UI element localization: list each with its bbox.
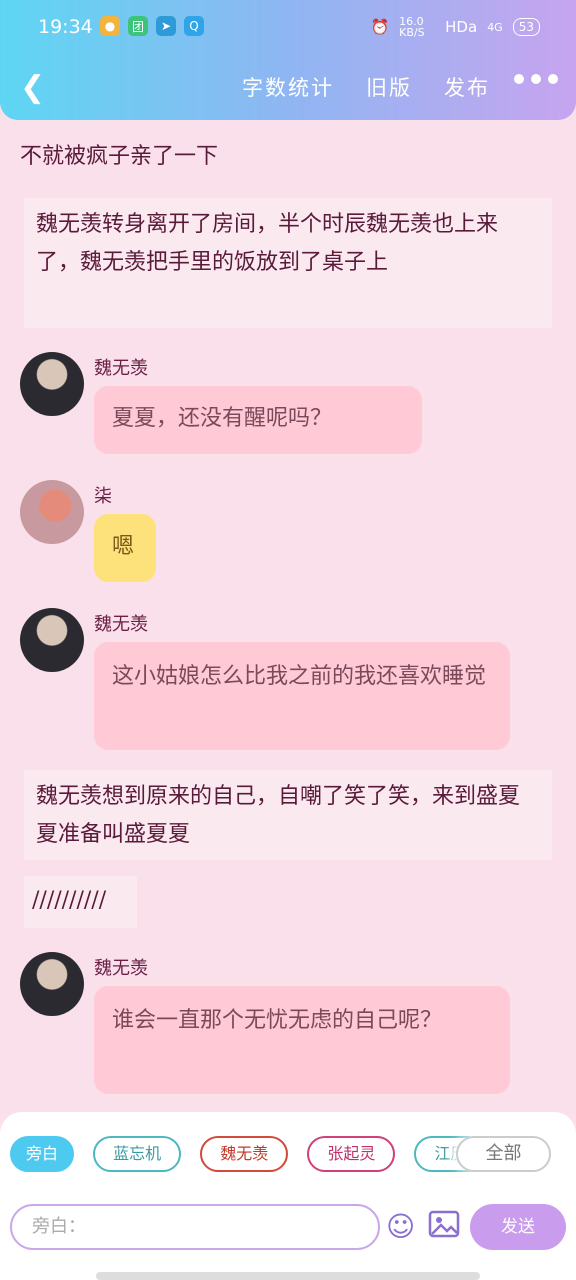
more-dots-icon[interactable]: [514, 74, 558, 84]
message-bubble[interactable]: 夏夏，还没有醒呢吗？: [94, 386, 422, 454]
avatar[interactable]: [20, 352, 84, 416]
composer-panel: 旁白 蓝忘机 魏无羡 张起灵 江厌 全部 旁白： ☺ 发送: [0, 1112, 576, 1280]
publish-link[interactable]: 发布: [444, 72, 490, 102]
app-icon: 团: [128, 16, 148, 36]
narration-1: 不就被疯子亲了一下: [20, 144, 219, 169]
nav-bar: ❮ 字数统计 旧版 发布: [0, 60, 576, 110]
message-row: 柒 嗯: [20, 480, 556, 590]
net-speed: 16.0 KB/S: [399, 15, 425, 39]
send-button[interactable]: 发送: [470, 1204, 566, 1250]
signal-label: 4G: [487, 20, 503, 34]
sender-name: 魏无羡: [94, 614, 148, 635]
avatar[interactable]: [20, 952, 84, 1016]
word-count-link[interactable]: 字数统计: [242, 72, 334, 102]
role-chip[interactable]: 蓝忘机: [93, 1136, 182, 1172]
narration-4: //////////: [24, 876, 137, 928]
alarm-icon: ⏰: [370, 18, 390, 36]
weibo-icon: ●: [100, 16, 120, 36]
role-chips[interactable]: 旁白 蓝忘机 魏无羡 张起灵 江厌: [10, 1136, 470, 1176]
nav-links: 字数统计 旧版 发布: [242, 72, 490, 102]
chat-area[interactable]: 不就被疯子亲了一下 魏无羡转身离开了房间，半个时辰魏无羡也上来了，魏无羡把手里的…: [0, 120, 576, 1110]
emoji-icon[interactable]: ☺: [386, 1210, 415, 1243]
status-time: 19:34: [38, 16, 93, 38]
sender-name: 柒: [94, 486, 112, 507]
notification-icons: ● 团 ➤ Q: [100, 16, 204, 36]
location-icon: ➤: [156, 16, 176, 36]
all-roles-button[interactable]: 全部: [456, 1136, 551, 1172]
message-bubble[interactable]: 这小姑娘怎么比我之前的我还喜欢睡觉: [94, 642, 510, 750]
role-chip[interactable]: 张起灵: [307, 1136, 396, 1172]
battery-indicator: 53: [512, 18, 540, 36]
role-chip[interactable]: 魏无羡: [200, 1136, 289, 1172]
top-bar: 19:34 ● 团 ➤ Q ⏰ 16.0 KB/S HDa 4G 53 ❮ 字数…: [0, 0, 576, 120]
message-row: 魏无羡 这小姑娘怎么比我之前的我还喜欢睡觉: [20, 608, 556, 758]
role-chip-narrator[interactable]: 旁白: [10, 1136, 75, 1172]
sender-name: 魏无羡: [94, 958, 148, 979]
chevron-left-icon[interactable]: ❮: [20, 70, 45, 105]
old-version-link[interactable]: 旧版: [366, 72, 412, 102]
image-icon[interactable]: [428, 1210, 460, 1245]
avatar[interactable]: [20, 608, 84, 672]
status-right: ⏰ 16.0 KB/S HDa 4G 53: [370, 16, 540, 38]
message-bubble[interactable]: 嗯: [94, 514, 156, 582]
home-indicator: [96, 1272, 480, 1280]
narration-3: 魏无羡想到原来的自己，自嘲了笑了笑，来到盛夏夏准备叫盛夏夏: [24, 770, 552, 860]
avatar[interactable]: [20, 480, 84, 544]
status-bar: 19:34 ● 团 ➤ Q ⏰ 16.0 KB/S HDa 4G 53: [0, 14, 576, 44]
message-row: 魏无羡 夏夏，还没有醒呢吗？: [20, 352, 556, 462]
message-row: 魏无羡 谁会一直那个无忧无虑的自己呢？: [20, 952, 556, 1102]
qq-icon: Q: [184, 16, 204, 36]
sender-name: 魏无羡: [94, 358, 148, 379]
hd-label: HDa: [445, 18, 478, 36]
message-input[interactable]: 旁白：: [10, 1204, 380, 1250]
message-bubble[interactable]: 谁会一直那个无忧无虑的自己呢？: [94, 986, 510, 1094]
narration-2: 魏无羡转身离开了房间，半个时辰魏无羡也上来了，魏无羡把手里的饭放到了桌子上: [24, 198, 552, 328]
